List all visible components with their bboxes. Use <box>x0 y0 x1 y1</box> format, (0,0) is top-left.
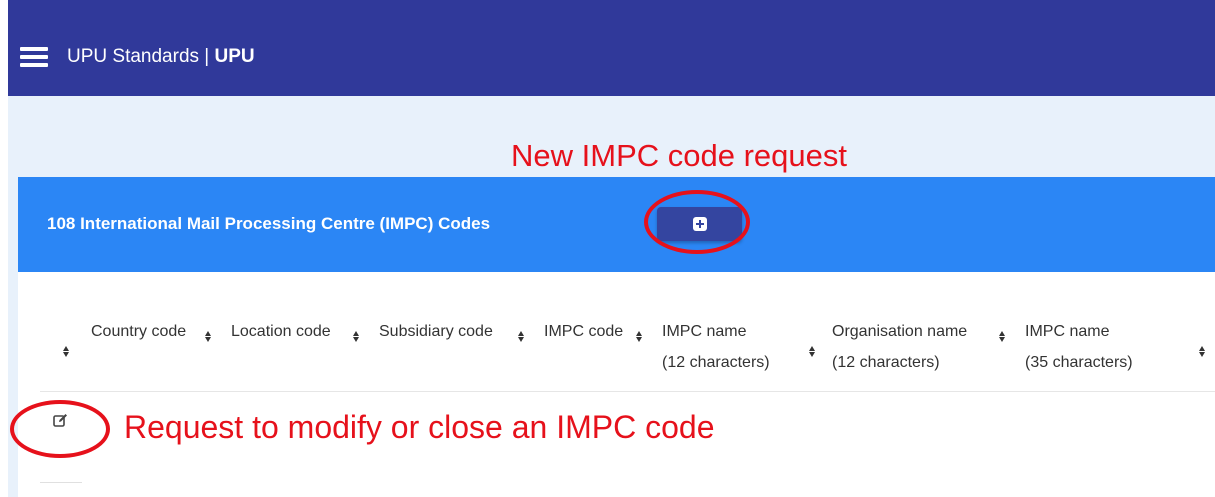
sort-icon-impc-code[interactable] <box>636 331 643 342</box>
column-header-label: Subsidiary code <box>379 323 493 340</box>
edit-icon[interactable] <box>53 413 68 428</box>
column-header-label: IMPC name <box>1025 323 1110 340</box>
sort-icon-select[interactable] <box>63 346 70 357</box>
annotation-modify-request: Request to modify or close an IMPC code <box>124 409 715 445</box>
add-impc-code-button[interactable] <box>657 207 742 241</box>
column-header-label: IMPC name <box>662 323 747 340</box>
plus-square-icon <box>692 217 707 231</box>
column-header-impc-name-12[interactable]: IMPC name (12 characters) <box>662 316 770 378</box>
table-header-divider <box>40 391 1215 392</box>
sort-icon-impc-name-35[interactable] <box>1199 346 1206 357</box>
annotation-new-request: New IMPC code request <box>511 138 847 173</box>
column-header-country-code[interactable]: Country code <box>91 316 186 347</box>
sort-icon-impc-name-12[interactable] <box>809 346 816 357</box>
table-row-divider <box>40 482 82 483</box>
sort-icon-organisation-name[interactable] <box>999 331 1006 342</box>
card-title: 108 International Mail Processing Centre… <box>47 214 491 233</box>
column-header-label: Location code <box>231 323 331 340</box>
column-header-impc-name-35[interactable]: IMPC name (35 characters) <box>1025 316 1133 378</box>
app-title-brand: UPU <box>214 46 255 67</box>
hamburger-menu-icon[interactable] <box>20 47 48 67</box>
column-header-sublabel: (12 characters) <box>662 354 770 371</box>
column-header-label: Organisation name <box>832 323 968 340</box>
column-header-subsidiary-code[interactable]: Subsidiary code <box>379 316 493 347</box>
app-title[interactable]: UPU Standards | UPU <box>67 46 255 68</box>
column-header-impc-code[interactable]: IMPC code <box>544 316 623 347</box>
column-header-organisation-name[interactable]: Organisation name (12 characters) <box>832 316 967 378</box>
column-header-sublabel: (12 characters) <box>832 354 940 371</box>
app-title-prefix: UPU Standards | <box>67 46 215 67</box>
column-header-label: IMPC code <box>544 323 624 340</box>
column-header-location-code[interactable]: Location code <box>231 316 331 347</box>
sort-icon-location-code[interactable] <box>353 331 360 342</box>
table-container <box>18 272 1215 497</box>
sort-icon-subsidiary-code[interactable] <box>518 331 525 342</box>
column-header-sublabel: (35 characters) <box>1025 354 1133 371</box>
sort-icon-country-code[interactable] <box>205 331 212 342</box>
column-header-label: Country code <box>91 323 187 340</box>
